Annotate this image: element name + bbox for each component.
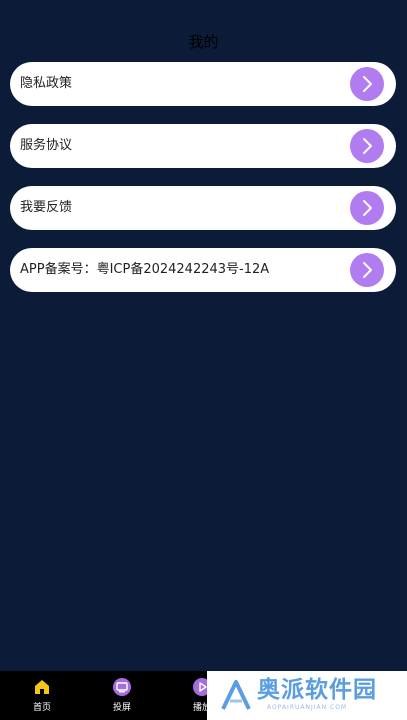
watermark-subtext: AOPAIRUANJIAN.COM (267, 704, 348, 711)
chevron-right-icon[interactable] (350, 67, 384, 101)
chevron-right-icon[interactable] (350, 253, 384, 287)
home-icon (33, 678, 51, 696)
tab-home[interactable]: 首页 (12, 671, 72, 720)
watermark-logo: 奥派软件园 AOPAIRUANJIAN.COM (207, 671, 407, 720)
watermark-text: 奥派软件园 (257, 677, 377, 703)
tab-label: 首页 (32, 703, 51, 713)
menu-item-service-agreement[interactable]: 服务协议 (10, 124, 396, 168)
menu-item-label: 隐私政策 (20, 76, 73, 91)
tab-label: 投屏 (112, 703, 131, 713)
menu-item-feedback[interactable]: 我要反馈 (10, 186, 396, 230)
logo-a-icon (221, 679, 251, 715)
chevron-right-icon[interactable] (350, 129, 384, 163)
chevron-right-icon[interactable] (350, 191, 384, 225)
menu-item-icp-record[interactable]: APP备案号：粤ICP备2024242243号-12A (10, 248, 396, 292)
tab-cast[interactable]: 投屏 (92, 671, 152, 720)
cast-screen-icon (113, 678, 131, 696)
menu-item-privacy-policy[interactable]: 隐私政策 (10, 62, 396, 106)
page-title: 我的 (188, 33, 219, 51)
menu-item-label: 我要反馈 (20, 200, 73, 215)
menu-item-label: 服务协议 (20, 138, 73, 153)
my-page-screen: 我的 隐私政策 服务协议 我要反馈 APP备案号：粤ICP备2024242243… (0, 0, 407, 720)
menu-item-label: APP备案号：粤ICP备2024242243号-12A (20, 262, 270, 277)
